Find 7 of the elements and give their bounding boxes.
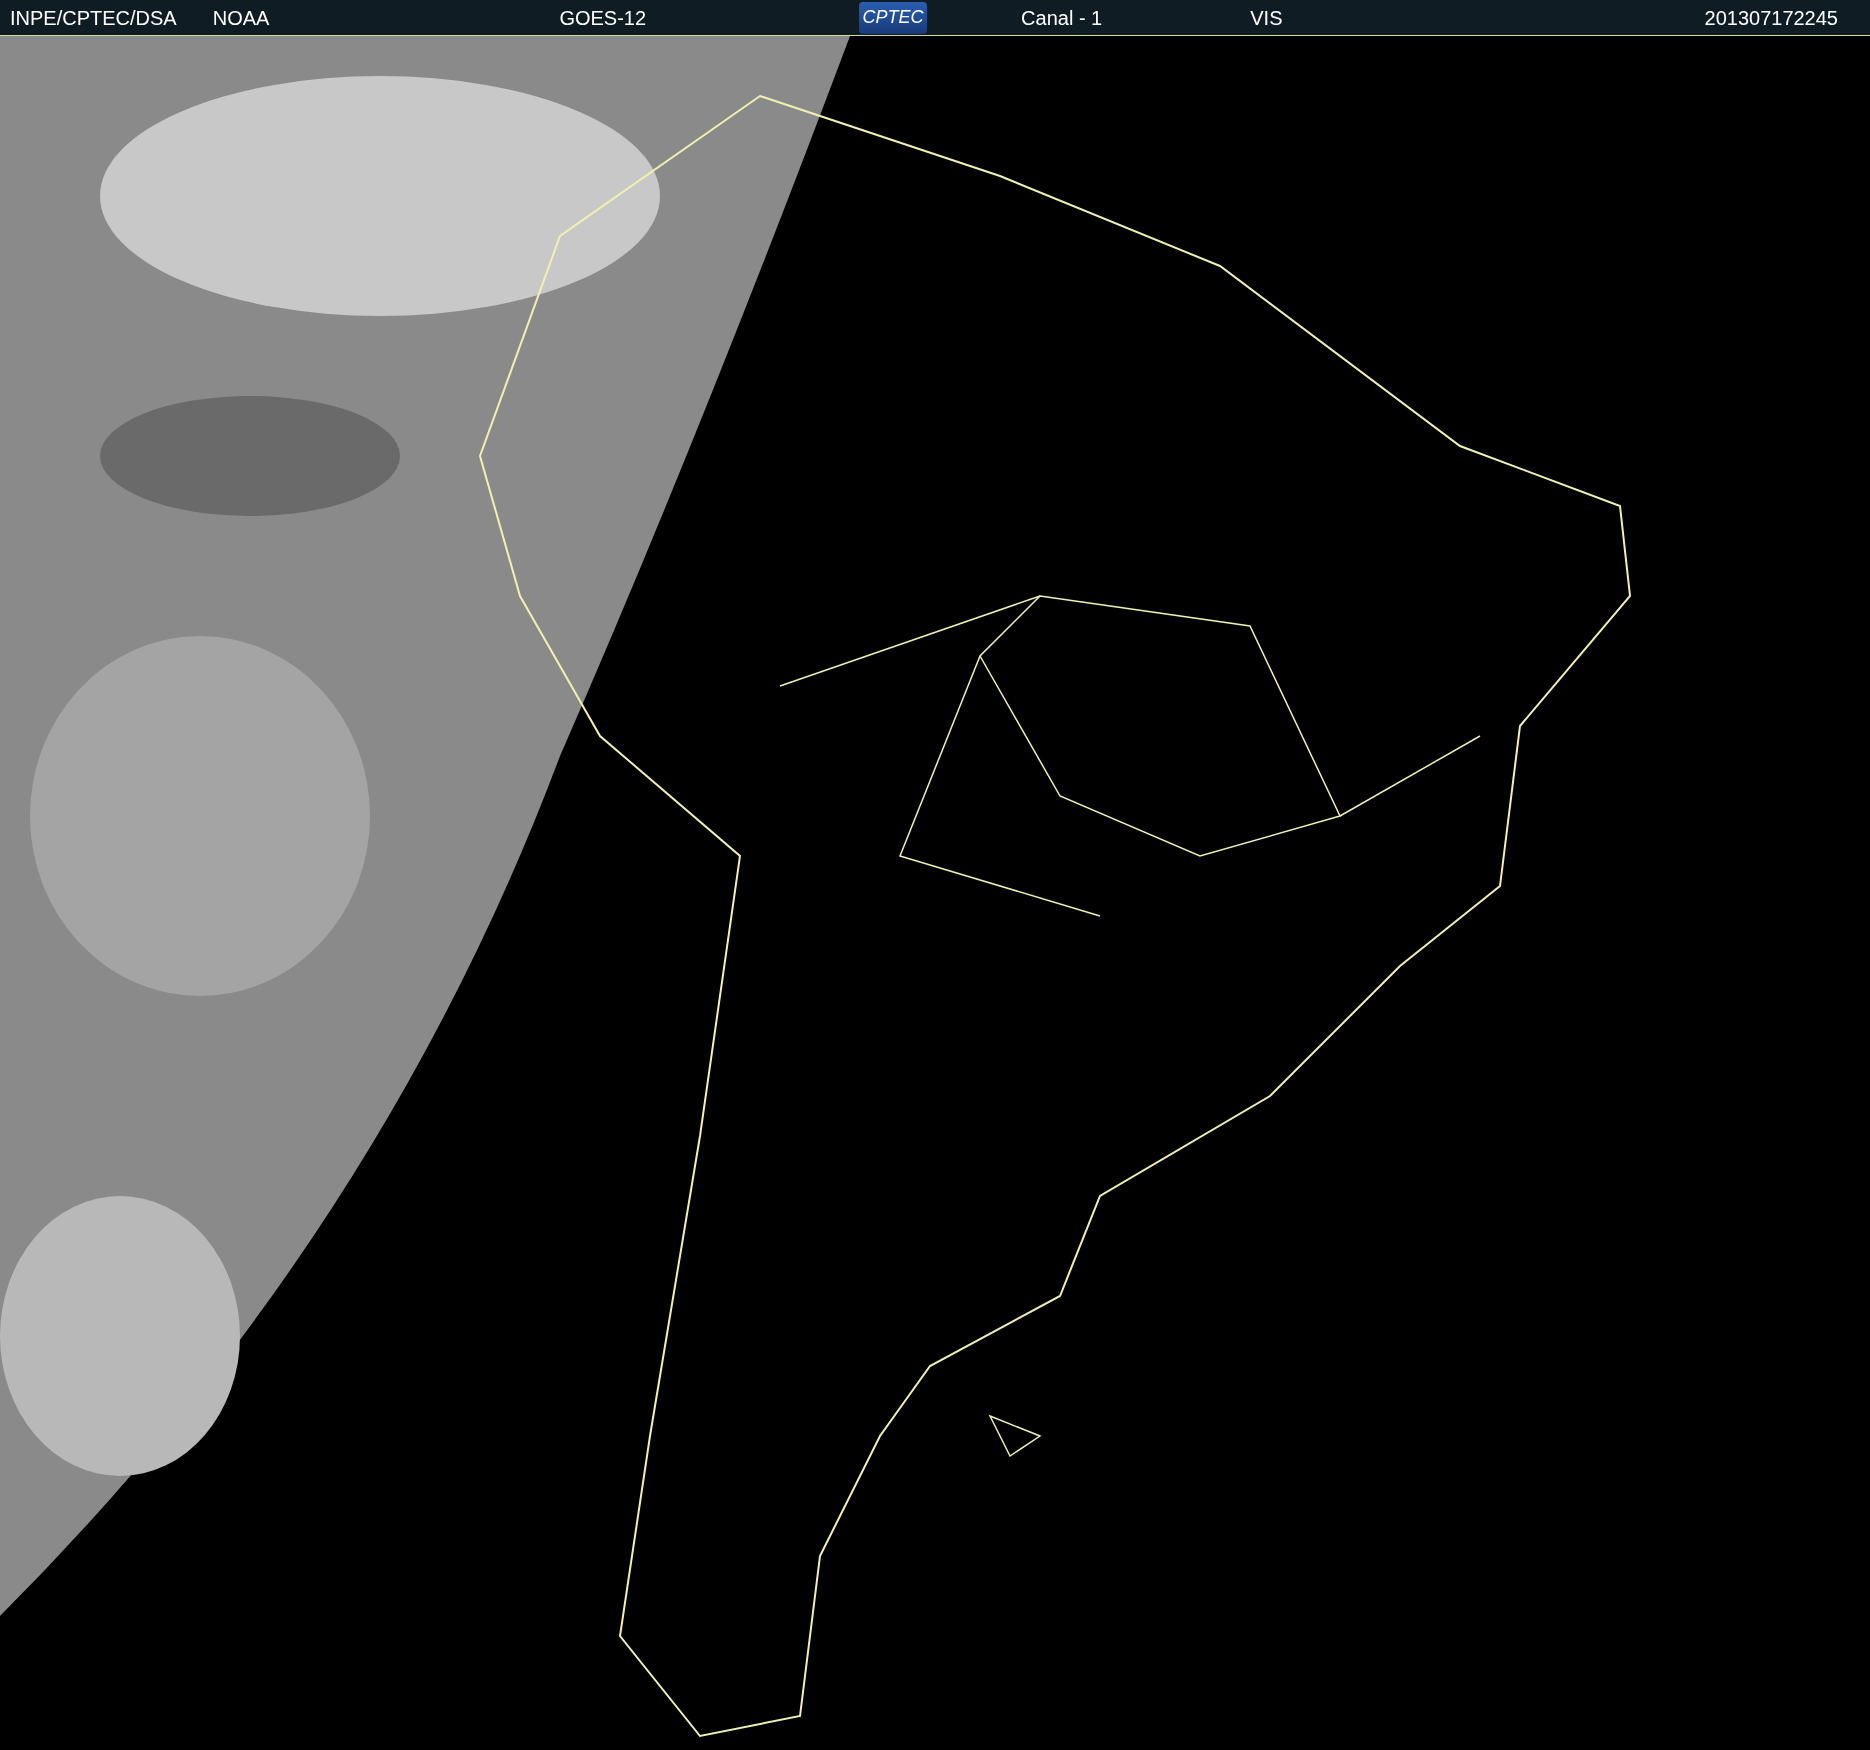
band-label: VIS (1250, 5, 1283, 31)
source-label: INPE/CPTEC/DSA (10, 5, 177, 31)
satellite-label: GOES-12 (559, 5, 647, 31)
channel-label: Canal - 1 (1021, 5, 1103, 31)
logo: CPTEC (859, 1, 928, 34)
agency-label: NOAA (212, 5, 270, 31)
timestamp-label: 201307172245 (1704, 5, 1838, 31)
